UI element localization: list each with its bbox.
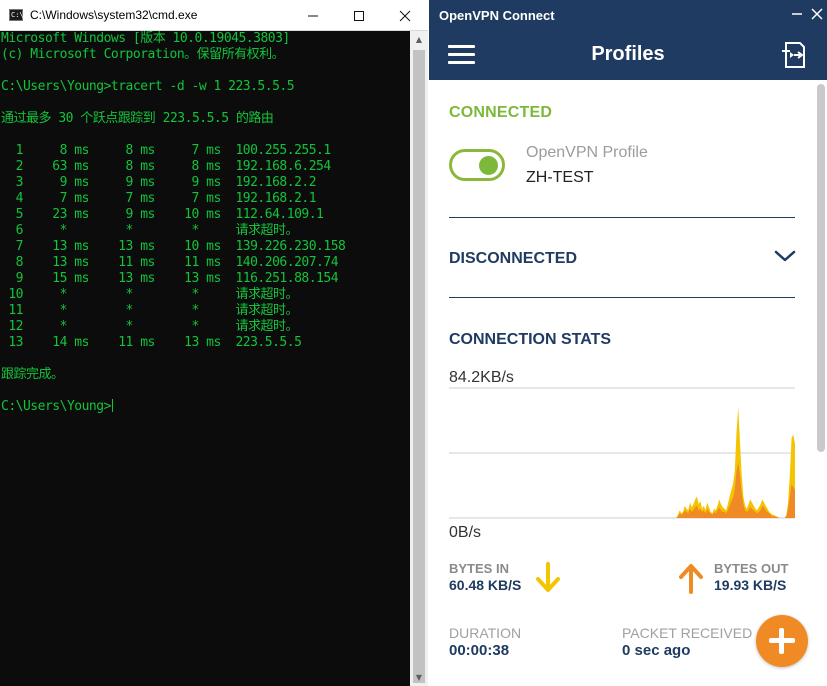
cmd-line: 11 * * * 请求超时。 — [1, 303, 298, 318]
cmd-line: 4 7 ms 7 ms 7 ms 192.168.2.1 — [1, 191, 317, 206]
bytes-in-value: 60.48 KB/S — [449, 577, 522, 593]
connection-toggle[interactable] — [449, 149, 505, 181]
cmd-line: 7 13 ms 13 ms 10 ms 139.226.230.158 — [1, 239, 346, 254]
scroll-down-icon[interactable]: ▼ — [410, 669, 428, 686]
vpn-window-title: OpenVPN Connect — [439, 8, 555, 23]
maximize-icon[interactable] — [336, 0, 382, 31]
vpn-titlebar[interactable]: OpenVPN Connect — [429, 0, 827, 30]
cmd-titlebar[interactable]: C:\ C:\Windows\system32\cmd.exe — [0, 0, 428, 31]
packet-received-label: PACKET RECEIVED — [622, 625, 753, 641]
text-cursor — [111, 399, 113, 412]
add-profile-button[interactable] — [756, 615, 808, 667]
profile-name[interactable]: OpenVPN Profile — [526, 144, 648, 162]
bytes-out-value: 19.93 KB/S — [714, 577, 787, 593]
divider — [449, 297, 795, 298]
cmd-line: 6 * * * 请求超时。 — [1, 223, 299, 238]
profile-server[interactable]: ZH-TEST — [526, 169, 594, 187]
openvpn-window: OpenVPN Connect Profiles CONNECTED OpenV… — [429, 0, 827, 686]
traffic-chart — [449, 387, 795, 519]
duration-label: DURATION — [449, 625, 522, 641]
import-profile-icon[interactable] — [781, 41, 807, 69]
cmd-line: 通过最多 30 个跃点跟踪到 223.5.5.5 的路由 — [1, 111, 274, 126]
minimize-icon[interactable] — [290, 0, 336, 31]
cmd-window-title: C:\Windows\system32\cmd.exe — [30, 8, 198, 22]
arrow-down-icon — [535, 562, 561, 594]
close-icon[interactable] — [382, 0, 428, 31]
chart-min-speed-label: 0B/s — [449, 524, 482, 541]
arrow-up-icon — [678, 562, 704, 594]
bytes-in-label: BYTES IN — [449, 561, 509, 576]
plus-icon-stroke — [779, 628, 784, 654]
cmd-console-output[interactable]: Microsoft Windows [版本 10.0.19045.3803] (… — [0, 31, 410, 686]
cmd-line: 9 15 ms 13 ms 13 ms 116.251.88.154 — [1, 271, 339, 286]
cmd-line: (c) Microsoft Corporation。保留所有权利。 — [1, 47, 285, 62]
duration-value: 00:00:38 — [449, 642, 510, 659]
bytes-out-series-area — [449, 462, 795, 518]
vpn-header: Profiles — [429, 30, 827, 80]
page-title: Profiles — [591, 43, 665, 65]
cmd-line: 2 63 ms 8 ms 8 ms 192.168.6.254 — [1, 159, 332, 174]
chevron-down-icon[interactable] — [774, 248, 796, 264]
cmd-prompt: C:\Users\Young> — [1, 399, 111, 414]
cmd-line: Microsoft Windows [版本 10.0.19045.3803] — [1, 31, 290, 46]
cmd-app-icon: C:\ — [9, 9, 24, 21]
cmd-line: 13 14 ms 11 ms 13 ms 223.5.5.5 — [1, 335, 302, 350]
cmd-window: C:\ C:\Windows\system32\cmd.exe Microsof… — [0, 0, 428, 686]
chart-max-speed-label: 84.2KB/s — [449, 369, 514, 386]
cmd-line: 1 8 ms 8 ms 7 ms 100.255.255.1 — [1, 143, 332, 158]
bytes-in-series-area — [449, 406, 795, 518]
cmd-line: 3 9 ms 9 ms 9 ms 192.168.2.2 — [1, 175, 317, 190]
scroll-up-icon[interactable]: ▲ — [410, 31, 428, 48]
cmd-line: 10 * * * 请求超时。 — [1, 287, 298, 302]
cmd-prompt-line[interactable]: C:\Users\Young> — [1, 399, 113, 415]
close-icon[interactable] — [811, 4, 823, 28]
cmd-line: 跟踪完成。 — [1, 367, 64, 382]
cmd-line: 5 23 ms 9 ms 10 ms 112.64.109.1 — [1, 207, 324, 222]
cmd-line: C:\Users\Young>tracert -d -w 1 223.5.5.5 — [1, 79, 295, 94]
connection-stats-title: CONNECTION STATS — [449, 331, 612, 348]
packet-received-value: 0 sec ago — [622, 642, 691, 659]
cmd-line: 12 * * * 请求超时。 — [1, 319, 298, 334]
disconnected-section-header[interactable]: DISCONNECTED — [449, 250, 577, 268]
minimize-icon[interactable] — [791, 4, 803, 28]
toggle-knob — [479, 156, 498, 175]
profiles-panel: CONNECTED OpenVPN Profile ZH-TEST DISCON… — [429, 80, 815, 686]
bytes-out-label: BYTES OUT — [714, 561, 789, 576]
connection-status-connected: CONNECTED — [449, 104, 553, 121]
cmd-scrollbar[interactable]: ▲ ▼ — [410, 31, 428, 686]
divider — [449, 217, 795, 218]
vpn-scrollbar[interactable] — [817, 84, 825, 452]
cmd-line: 8 13 ms 11 ms 11 ms 140.206.207.74 — [1, 255, 339, 270]
cmd-scrollbar-thumb[interactable] — [413, 50, 425, 683]
